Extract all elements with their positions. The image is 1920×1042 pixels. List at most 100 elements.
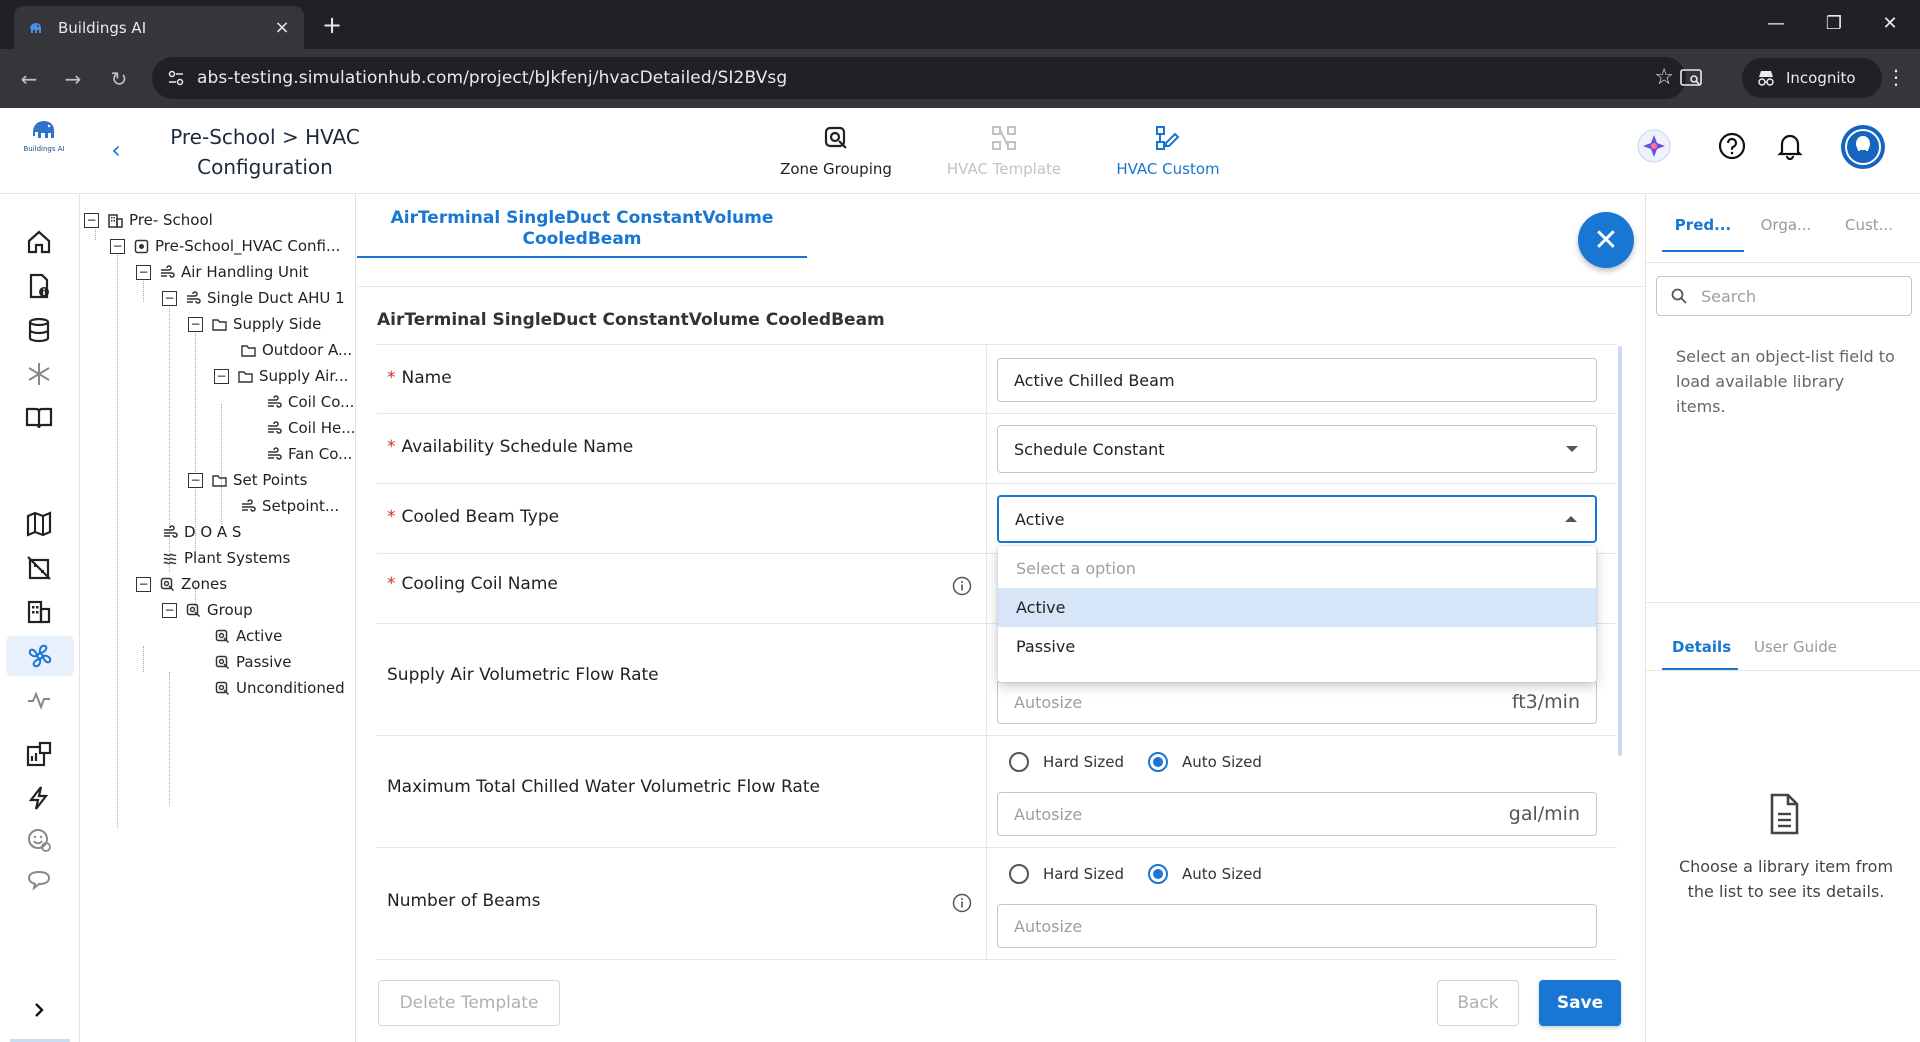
building-icon[interactable] (17, 592, 61, 632)
tree-node[interactable]: − Supply Air... (214, 363, 348, 389)
number-of-beams-input[interactable]: Autosize (997, 904, 1597, 948)
collapse-icon[interactable]: − (84, 212, 99, 228)
chilled-water-flow-input[interactable]: Autosize gal/min (997, 792, 1597, 836)
tree-node[interactable]: − Zones (136, 571, 227, 597)
tab-organization[interactable]: Orga... (1746, 216, 1826, 234)
tree-node[interactable]: − Air Handling Unit (136, 259, 309, 285)
buildings-ai-logo[interactable]: Buildings AI (22, 118, 66, 153)
document-info-icon[interactable] (17, 266, 61, 306)
activity-icon[interactable] (17, 680, 61, 720)
collapse-icon[interactable]: − (188, 316, 203, 332)
avatar[interactable] (1840, 124, 1886, 170)
cooled-beam-type-select[interactable]: Active (997, 495, 1597, 543)
info-icon[interactable] (952, 893, 972, 913)
radio-off[interactable] (1009, 752, 1029, 772)
incognito-badge[interactable]: Incognito (1742, 58, 1882, 98)
maximize-icon[interactable]: ❐ (1820, 10, 1848, 38)
lightning-icon[interactable] (17, 778, 61, 818)
library-hint: Select an object-list field to load avai… (1676, 347, 1895, 416)
bell-icon[interactable] (1768, 124, 1812, 168)
back-chevron-icon[interactable]: ‹ (104, 136, 128, 164)
window-close-icon[interactable]: ✕ (1876, 10, 1904, 38)
collapse-icon[interactable]: − (136, 576, 151, 592)
book-icon[interactable] (17, 398, 61, 438)
tab-cooled-beam[interactable]: AirTerminal SingleDuct ConstantVolume Co… (357, 206, 807, 258)
tab-custom[interactable]: Cust... (1829, 216, 1909, 234)
tree-node[interactable]: − Pre- School (84, 207, 213, 233)
browser-tab[interactable]: Buildings AI × (14, 6, 304, 49)
home-icon[interactable] (17, 222, 61, 262)
site-settings-icon[interactable] (166, 68, 186, 88)
info-icon[interactable] (952, 576, 972, 596)
hard-sized-radio[interactable]: Hard Sized (1009, 752, 1124, 772)
supply-air-flow-input[interactable]: Autosize ft3/min (997, 680, 1597, 724)
dropdown-option-active[interactable]: Active (998, 588, 1596, 627)
tree-node[interactable]: Active (214, 623, 282, 649)
save-button[interactable]: Save (1539, 980, 1621, 1026)
tab-close-icon[interactable]: × (272, 17, 292, 38)
delete-template-button[interactable]: Delete Template (378, 980, 560, 1026)
tab-search-icon[interactable] (1678, 65, 1704, 91)
availability-schedule-select[interactable]: Schedule Constant (997, 425, 1597, 473)
chat-bubble-icon[interactable] (17, 860, 61, 900)
name-input[interactable]: Active Chilled Beam (997, 358, 1597, 402)
address-bar[interactable]: abs-testing.simulationhub.com/project/bJ… (152, 57, 1686, 99)
tree-node[interactable]: Fan Co... (266, 441, 352, 467)
tree-node[interactable]: Unconditioned (214, 675, 345, 701)
collapse-icon[interactable]: − (214, 368, 229, 384)
occupant-comfort-icon[interactable] (17, 820, 61, 860)
collapse-icon[interactable]: − (110, 238, 125, 254)
tree-node[interactable]: Plant Systems (162, 545, 290, 571)
minimize-icon[interactable]: — (1762, 10, 1790, 38)
tab-details[interactable]: Details (1672, 638, 1731, 656)
auto-sized-radio[interactable]: Auto Sized (1148, 864, 1262, 884)
dropdown-option-passive[interactable]: Passive (998, 627, 1596, 666)
tree-node[interactable]: − Pre-School_HVAC Confi... (110, 233, 340, 259)
expand-chevron-icon[interactable] (17, 990, 61, 1030)
ai-assistant-icon[interactable] (1632, 124, 1676, 168)
close-button[interactable]: ✕ (1578, 212, 1634, 268)
browser-menu-icon[interactable]: ⋮ (1886, 65, 1906, 89)
radio-on[interactable] (1148, 864, 1168, 884)
tab-user-guide[interactable]: User Guide (1754, 638, 1837, 656)
tree-node[interactable]: D O A S (162, 519, 241, 545)
tree-node[interactable]: Coil Co... (266, 389, 354, 415)
database-icon[interactable] (17, 310, 61, 350)
tree-node[interactable]: − Group (162, 597, 253, 623)
tab-hvac-custom[interactable]: HVAC Custom (1088, 122, 1248, 178)
collapse-icon[interactable]: − (188, 472, 203, 488)
help-icon[interactable] (1710, 124, 1754, 168)
air-flow-icon (266, 446, 282, 462)
bookmark-star-icon[interactable]: ☆ (1654, 65, 1674, 90)
field-row-beam-type: * Cooled Beam Type Active (377, 484, 1617, 554)
radio-off[interactable] (1009, 864, 1029, 884)
tab-zone-grouping[interactable]: Zone Grouping (756, 122, 916, 178)
library-search-input[interactable]: Search (1656, 276, 1912, 316)
radio-on[interactable] (1148, 752, 1168, 772)
back-button[interactable]: Back (1437, 980, 1519, 1026)
building-off-icon[interactable] (17, 548, 61, 588)
tree-node[interactable]: Setpoint... (240, 493, 339, 519)
collapse-icon[interactable]: − (162, 290, 177, 306)
tree-node[interactable]: Coil He... (266, 415, 355, 441)
tab-hvac-template[interactable]: HVAC Template (924, 122, 1084, 178)
collapse-icon[interactable]: − (136, 264, 151, 280)
hard-sized-radio[interactable]: Hard Sized (1009, 864, 1124, 884)
tree-node[interactable]: − Supply Side (188, 311, 321, 337)
auto-sized-radio[interactable]: Auto Sized (1148, 752, 1262, 772)
tab-predefined[interactable]: Pred... (1663, 216, 1743, 234)
map-icon[interactable] (17, 504, 61, 544)
tree-node[interactable]: − Set Points (188, 467, 307, 493)
reports-icon[interactable] (17, 734, 61, 774)
tree-node[interactable]: − Single Duct AHU 1 (162, 285, 345, 311)
forward-arrow-icon[interactable]: → (58, 64, 88, 94)
back-arrow-icon[interactable]: ← (14, 64, 44, 94)
weather-icon[interactable] (17, 354, 61, 394)
scrollbar[interactable] (1618, 346, 1622, 756)
reload-icon[interactable]: ↻ (104, 64, 134, 94)
tree-node[interactable]: Outdoor A... (240, 337, 352, 363)
new-tab-icon[interactable]: + (318, 12, 346, 40)
tree-node[interactable]: Passive (214, 649, 291, 675)
collapse-icon[interactable]: − (162, 602, 177, 618)
fan-icon[interactable] (6, 636, 74, 676)
